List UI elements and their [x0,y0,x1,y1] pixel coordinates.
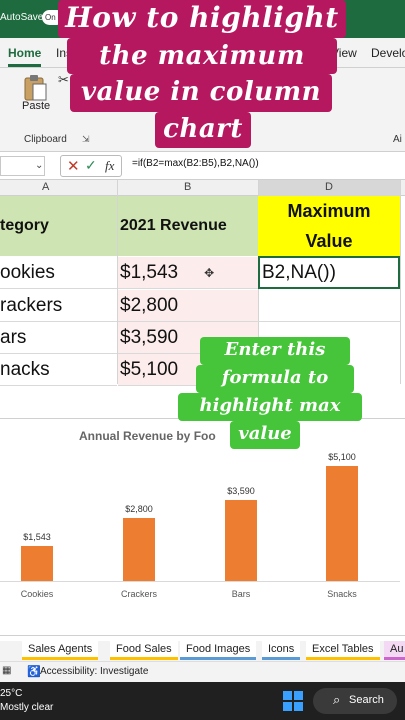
sheet-status-icon: ▦ [2,665,12,676]
taskbar-search[interactable]: ⌕ Search [313,688,397,714]
sheet-tab[interactable]: Sales Agents [22,641,99,660]
chart-bar[interactable] [326,466,358,581]
accessibility-status[interactable]: Accessibility: Investigate [40,666,148,677]
chart-category-label: Bars [231,589,251,599]
header-cell-revenue[interactable]: 2021 Revenue [118,196,258,256]
caption-line: chart [155,112,251,148]
grid-line [400,180,401,384]
chart-data-label: $1,543 [23,532,51,542]
cell-text: $3,590 [120,326,179,348]
sheet-tabs: Sales Agents Food Sales Food Images Icons Ex… [0,641,405,661]
sheet-tab[interactable]: Icons [262,641,301,660]
table-cell-category[interactable]: rackers [0,290,117,322]
windows-start-icon[interactable] [283,691,303,711]
header-cell-category[interactable]: tegory [0,196,117,256]
caption-line: the maximum [67,38,337,74]
cell-text: $2,800 [120,294,179,316]
table-cell-category[interactable]: nacks [0,354,117,386]
column-header-d[interactable]: D [325,181,333,193]
autosave-label: AutoSave [0,12,44,23]
header-category-text: tegory [0,217,49,234]
column-chart[interactable]: Annual Revenue by Foo $1,543 Cookies $2,80… [0,418,405,636]
cell-text: $1,543 [120,261,179,283]
name-box[interactable]: ⌄ [0,156,45,176]
hint-line: highlight max [178,393,362,421]
weather-desc[interactable]: Mostly clear [0,702,53,713]
column-headers: A B D [0,180,405,196]
column-header-a[interactable]: A [42,181,49,193]
header-revenue-text: 2021 Revenue [120,217,227,234]
clipboard-group-label: Clipboard [24,134,67,145]
hint-line: formula to [196,365,354,393]
insert-function-icon[interactable]: fx [105,158,114,174]
header-cell-maximum[interactable]: Maximum Value [258,196,400,256]
table-cell-revenue[interactable]: $2,800 [118,290,258,322]
chart-data-label: $2,800 [125,504,153,514]
cell-text: rackers [0,294,63,316]
cell-edit-text: B2,NA()) [262,261,336,283]
chart-bar[interactable] [21,546,53,581]
search-label: Search [349,694,384,706]
header-maximum-line1: Maximum [287,201,371,221]
cut-icon[interactable]: ✂ [58,72,69,88]
tab-home[interactable]: Home [8,46,42,67]
chart-category-label: Cookies [20,589,54,599]
weather-temp[interactable]: 25°C [0,688,22,699]
sheet-tab[interactable]: Au [384,641,405,660]
table-cell-revenue[interactable]: $1,543 ✥ [118,257,258,289]
table-cell-maximum[interactable] [258,290,400,322]
accessibility-icon[interactable]: ♿ [27,665,41,678]
chart-category-label: Snacks [327,589,357,599]
cell-text: ookies [0,261,55,283]
sheet-tab[interactable]: Excel Tables [306,641,380,660]
chevron-down-icon[interactable]: ⌄ [35,160,43,171]
sheet-tab[interactable]: Food Images [180,641,257,660]
column-header-b[interactable]: B [184,181,191,193]
table-cell-category[interactable]: ars [0,322,117,354]
enter-check-icon[interactable]: ✓ [85,157,97,174]
caption-line: How to highlight [58,0,346,38]
chart-bar[interactable] [123,518,155,581]
search-icon: ⌕ [333,692,341,707]
hint-line: Enter this [200,337,350,365]
table-cell-category[interactable]: ookies [0,257,117,289]
formula-buttons: ✕ ✓ fx [60,155,122,177]
tab-developer[interactable]: Develo [371,46,405,60]
cell-text: ars [0,326,27,348]
header-maximum-line2: Value [305,231,353,251]
clipboard-launcher-icon[interactable]: ⇲ [82,134,90,145]
paste-button[interactable]: Paste [22,100,50,112]
chart-data-label: $3,590 [227,486,255,496]
chart-category-label: Crackers [120,589,157,599]
hint-line: value [230,421,300,449]
chart-title: Annual Revenue by Foo [79,429,216,443]
status-bar: ▦ ♿ Accessibility: Investigate [0,661,405,682]
cursor-icon: ✥ [204,265,215,280]
chart-bar[interactable] [225,500,257,581]
cell-text: nacks [0,358,50,380]
sheet-tab[interactable]: Food Sales [110,641,178,660]
chart-data-label: $5,100 [328,452,356,462]
active-cell[interactable]: B2,NA()) [258,256,400,289]
cancel-icon[interactable]: ✕ [67,157,80,175]
chart-baseline [0,581,400,582]
cell-text: $5,100 [120,358,179,380]
caption-line: value in column [70,74,332,112]
ai-group-label: Ai [393,134,402,145]
formula-bar: ⌄ ✕ ✓ fx =if(B2=max(B2:B5),B2,NA()) [0,152,405,180]
formula-input[interactable]: =if(B2=max(B2:B5),B2,NA()) [132,158,259,169]
taskbar: 25°C Mostly clear ⌕ Search [0,682,405,720]
